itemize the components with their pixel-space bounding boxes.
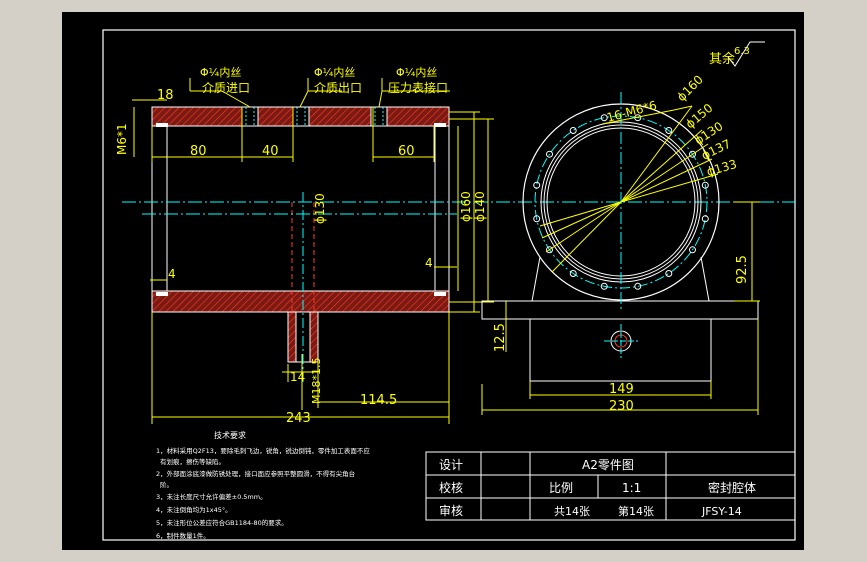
tech-item: 有划痕，擦伤等缺陷。: [160, 457, 225, 466]
tech-item: 4，未注倒角均为1x45°。: [156, 505, 232, 514]
tech-item: 阶。: [160, 480, 173, 489]
callout-thread-3: Φ¼内丝: [396, 65, 437, 79]
tech-item: 6，制件数量1件。: [156, 531, 210, 540]
tech-item: 3，未注长度尺寸允许偏差±0.5mm。: [156, 492, 267, 501]
bolt-hole: [665, 270, 673, 277]
callout-thread-2: Φ¼内丝: [314, 65, 355, 79]
dim-12-5: 12.5: [493, 323, 508, 352]
dim-d160: ϕ160: [459, 191, 473, 222]
tap-label: M6*1: [115, 123, 129, 155]
dim-60: 60: [398, 144, 415, 159]
dim-243: 243: [286, 411, 311, 426]
port-dim-14: 14: [290, 370, 305, 384]
callout-gauge: 压力表接口: [388, 80, 448, 95]
dim-40: 40: [262, 144, 279, 159]
drawing-svg: 其余 6.3 18 M6*1 80 40 60 ϕ130 ϕ160 ϕ140 4…: [102, 29, 797, 541]
tb-code: JFSY-14: [701, 505, 742, 518]
tb-scale: 1:1: [622, 481, 641, 495]
tech-requirements: 技术要求 1，材料采用Q2F13，要除毛刺飞边，锐角，锐边倒钝，零件加工表面不应…: [156, 430, 370, 540]
drawing-canvas[interactable]: 其余 6.3 18 M6*1 80 40 60 ϕ130 ϕ160 ϕ140 4…: [62, 12, 804, 550]
dim-d140: ϕ140: [473, 191, 487, 222]
dim-4-right: 4: [425, 256, 433, 270]
tb-sheet-no: 第14张: [618, 504, 654, 518]
tech-item: 5，未注形位公差应符合GB1184-80的要求。: [156, 518, 288, 527]
callout-inlet: 介质进口: [202, 81, 250, 95]
port-thread: M18*1.5: [310, 358, 323, 404]
tech-item: 2，外部面涂底漆做防锈处理，接口面应参照平整圆滑，不得有尖角台: [156, 469, 355, 478]
tb-design: 设计: [439, 458, 463, 472]
dim-80: 80: [190, 144, 207, 159]
tb-drawing-name: A2零件图: [582, 458, 634, 472]
flange-dim: 18: [157, 88, 174, 103]
tb-sheets: 共14张: [554, 505, 590, 518]
tb-part-name: 密封腔体: [708, 480, 756, 495]
dim-230: 230: [609, 399, 634, 414]
side-d160: ϕ160: [674, 72, 706, 104]
tech-item: 1，材料采用Q2F13，要除毛刺飞边，锐角，锐边倒钝，零件加工表面不应: [156, 446, 370, 455]
tb-check: 校核: [439, 480, 463, 495]
tb-scale-label: 比例: [549, 481, 573, 495]
dim-114-5: 114.5: [360, 393, 397, 408]
cad-viewport: 其余 6.3 18 M6*1 80 40 60 ϕ130 ϕ160 ϕ140 4…: [0, 0, 867, 562]
roughness-label: 其余: [709, 51, 735, 67]
dim-149: 149: [609, 382, 634, 397]
callout-thread-1: Φ¼内丝: [200, 65, 241, 79]
dim-92-5: 92.5: [735, 255, 750, 284]
tech-title: 技术要求: [214, 430, 246, 440]
callout-outlet: 介质出口: [314, 81, 362, 95]
bolt-hole: [569, 127, 577, 134]
dim-d130: ϕ130: [313, 193, 327, 224]
tb-review: 审核: [439, 503, 463, 518]
dim-4-left: 4: [168, 267, 176, 281]
